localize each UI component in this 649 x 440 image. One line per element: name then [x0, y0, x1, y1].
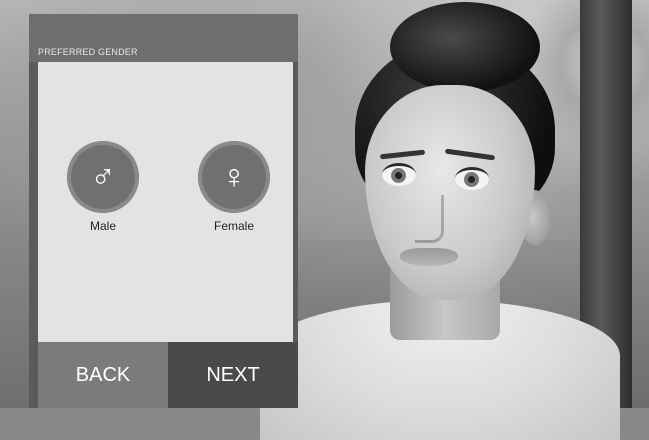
female-option-button[interactable]: ♀	[198, 141, 270, 213]
avatar-face	[365, 85, 535, 300]
gender-selection-panel: PREFERRED GENDER ♂ Male ♀ Female BACK NE…	[29, 14, 298, 408]
male-option-label: Male	[89, 219, 116, 233]
avatar-character	[250, 0, 630, 440]
female-option-label: Female	[213, 219, 254, 233]
panel-title: PREFERRED GENDER	[38, 47, 138, 57]
avatar-mouth	[400, 248, 458, 266]
male-option-button[interactable]: ♂	[67, 141, 139, 213]
back-button[interactable]: BACK	[38, 342, 168, 408]
female-symbol-icon: ♀	[221, 158, 247, 196]
next-button[interactable]: NEXT	[168, 342, 298, 408]
avatar-hair-bun	[390, 2, 540, 92]
avatar-nose	[415, 195, 444, 243]
avatar-left-eye	[382, 163, 416, 186]
panel-body: ♂ Male ♀ Female	[38, 62, 293, 342]
panel-header: PREFERRED GENDER	[29, 14, 298, 62]
avatar-right-eye	[455, 167, 489, 190]
male-symbol-icon: ♂	[90, 158, 116, 196]
